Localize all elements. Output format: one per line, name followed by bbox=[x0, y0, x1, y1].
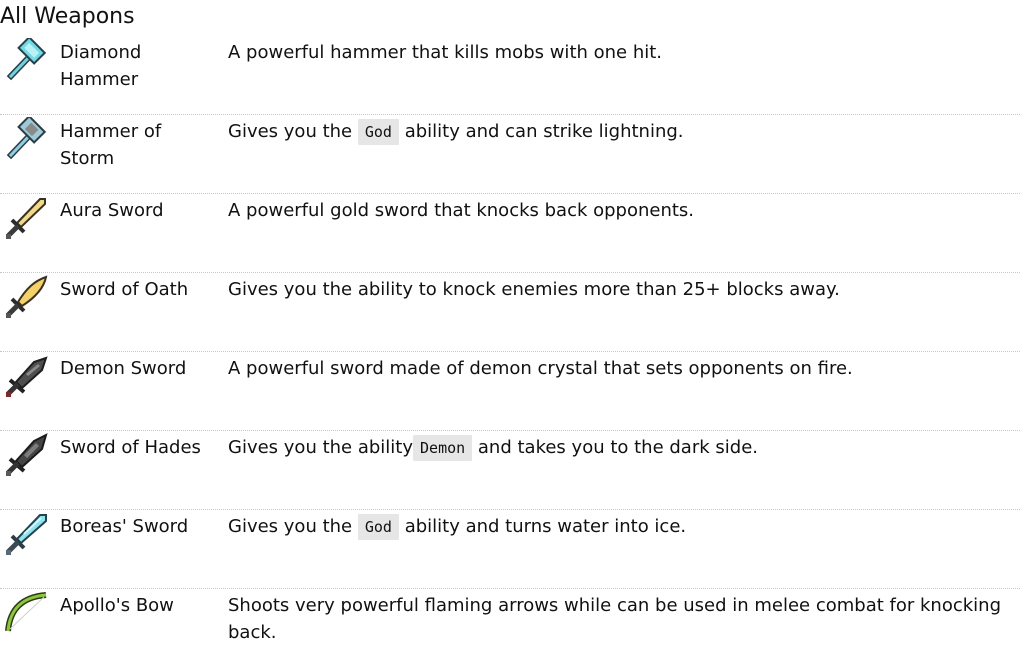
storm-hammer-icon bbox=[4, 114, 48, 161]
table-row: Sword of Oath Gives you the ability to k… bbox=[0, 273, 1020, 352]
weapons-table: Diamond Hammer A powerful hammer that ki… bbox=[0, 35, 1020, 669]
gold-sword-icon bbox=[4, 196, 48, 240]
weapon-name: Demon Sword bbox=[60, 358, 187, 379]
hades-sword-icon bbox=[4, 433, 48, 477]
oath-sword-icon bbox=[4, 275, 48, 319]
diamond-hammer-icon bbox=[4, 35, 48, 82]
weapon-description: Shoots very powerful flaming arrows whil… bbox=[228, 595, 1002, 643]
weapon-description: Gives you the ability to knock enemies m… bbox=[228, 279, 840, 300]
bow-icon bbox=[4, 591, 48, 635]
weapon-name: Sword of Hades bbox=[60, 437, 201, 458]
table-row: Hammer of Storm Gives you the God abilit… bbox=[0, 114, 1020, 194]
weapon-description: Gives you the God ability and turns wate… bbox=[228, 513, 1018, 541]
table-row: Aura Sword A powerful gold sword that kn… bbox=[0, 194, 1020, 273]
ice-sword-icon bbox=[4, 512, 48, 556]
weapon-description: A powerful gold sword that knocks back o… bbox=[228, 200, 695, 221]
ability-code: God bbox=[357, 119, 399, 145]
weapon-name: Diamond Hammer bbox=[60, 42, 142, 90]
weapon-name: Boreas' Sword bbox=[60, 516, 189, 537]
weapon-description: A powerful hammer that kills mobs with o… bbox=[228, 42, 663, 63]
demon-sword-icon bbox=[4, 354, 48, 398]
table-row: Diamond Hammer A powerful hammer that ki… bbox=[0, 35, 1020, 115]
weapon-name: Sword of Oath bbox=[60, 279, 189, 300]
table-row: Boreas' Sword Gives you the God ability … bbox=[0, 510, 1020, 589]
table-row: Sword of Hades Gives you the ability Demo… bbox=[0, 431, 1020, 510]
ability-code: God bbox=[357, 514, 399, 540]
page-title: All Weapons bbox=[0, 4, 135, 29]
weapon-description: Gives you the God ability and can strike… bbox=[228, 118, 1018, 146]
table-row: Demon Sword A powerful sword made of dem… bbox=[0, 352, 1020, 431]
weapon-name: Aura Sword bbox=[60, 200, 164, 221]
weapon-description: A powerful sword made of demon crystal t… bbox=[228, 358, 853, 379]
ability-code: Demon bbox=[413, 435, 473, 461]
table-row: Apollo's Bow Shoots very powerful flamin… bbox=[0, 589, 1020, 669]
weapon-description: Gives you the ability Demon and takes you… bbox=[228, 434, 1018, 462]
weapon-name: Hammer of Storm bbox=[60, 121, 162, 169]
weapon-name: Apollo's Bow bbox=[60, 595, 174, 616]
